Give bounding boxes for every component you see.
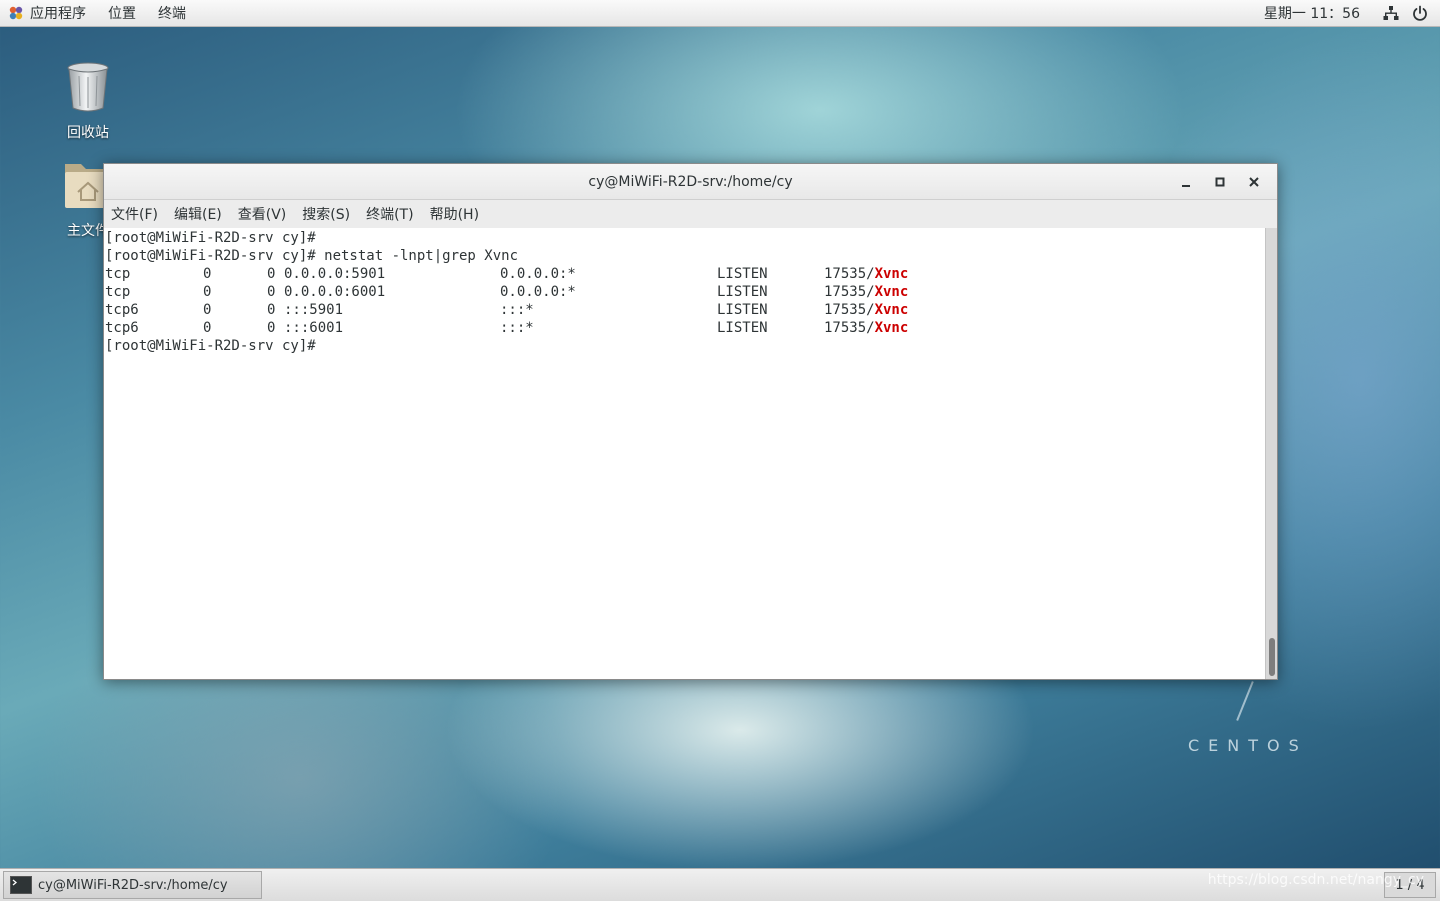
row-proto: tcp bbox=[105, 284, 131, 300]
row-sendq: 0 bbox=[267, 320, 276, 336]
row-program: Xvnc bbox=[874, 320, 909, 336]
terminal-scrollbar[interactable] bbox=[1265, 228, 1277, 679]
row-recvq: 0 bbox=[203, 320, 212, 336]
centos-slash-decoration bbox=[1236, 681, 1254, 721]
row-proto: tcp bbox=[105, 266, 131, 282]
row-program: Xvnc bbox=[874, 284, 909, 300]
row-local-address: 0.0.0.0:6001 bbox=[284, 284, 386, 300]
row-pid-program: 17535/Xvnc bbox=[824, 301, 908, 319]
window-title: cy@MiWiFi-R2D-srv:/home/cy bbox=[588, 173, 793, 190]
row-local-address: 0.0.0.0:5901 bbox=[284, 266, 386, 282]
row-foreign-address: 0.0.0.0:* bbox=[500, 284, 576, 300]
applications-menu[interactable]: 应用程序 bbox=[0, 0, 96, 26]
row-pid-program: 17535/Xvnc bbox=[824, 319, 908, 337]
row-proto: tcp6 bbox=[105, 302, 139, 318]
row-program: Xvnc bbox=[874, 266, 909, 282]
row-local-address: :::6001 bbox=[284, 320, 344, 336]
applications-label: 应用程序 bbox=[30, 6, 86, 22]
places-menu[interactable]: 位置 bbox=[96, 0, 146, 26]
network-icon[interactable] bbox=[1382, 4, 1400, 22]
row-foreign-address: :::* bbox=[500, 302, 534, 318]
terminal-app-label: 终端 bbox=[158, 6, 186, 22]
row-pid: 17535/ bbox=[824, 302, 875, 318]
row-state: LISTEN bbox=[717, 284, 768, 300]
row-sendq: 0 bbox=[267, 284, 276, 300]
row-state: LISTEN bbox=[717, 302, 768, 318]
row-pid-program: 17535/Xvnc bbox=[824, 283, 908, 301]
trash-icon bbox=[48, 60, 128, 118]
terminal-window[interactable]: cy@MiWiFi-R2D-srv:/home/cy 文件(F) 编辑(E) 查… bbox=[103, 163, 1278, 680]
netstat-row: tcp6 0 0 :::6001 :::* LISTEN 17535/Xvnc bbox=[105, 319, 1255, 337]
row-pid: 17535/ bbox=[824, 266, 875, 282]
row-pid: 17535/ bbox=[824, 320, 875, 336]
row-pid-program: 17535/Xvnc bbox=[824, 265, 908, 283]
window-titlebar[interactable]: cy@MiWiFi-R2D-srv:/home/cy bbox=[104, 164, 1277, 200]
netstat-row: tcp 0 0 0.0.0.0:6001 0.0.0.0:* LISTEN 17… bbox=[105, 283, 1255, 301]
close-button[interactable] bbox=[1237, 164, 1271, 199]
terminal-command-line: [root@MiWiFi-R2D-srv cy]# netstat -lnpt|… bbox=[105, 248, 519, 264]
menu-view[interactable]: 查看(V) bbox=[238, 204, 295, 224]
menu-file[interactable]: 文件(F) bbox=[111, 204, 166, 224]
row-sendq: 0 bbox=[267, 302, 276, 318]
row-foreign-address: :::* bbox=[500, 320, 534, 336]
minimize-icon bbox=[1182, 184, 1190, 187]
menu-search[interactable]: 搜索(S) bbox=[302, 204, 358, 224]
trash-label: 回收站 bbox=[67, 125, 109, 141]
row-state: LISTEN bbox=[717, 320, 768, 336]
netstat-row: tcp6 0 0 :::5901 :::* LISTEN 17535/Xvnc bbox=[105, 301, 1255, 319]
row-recvq: 0 bbox=[203, 266, 212, 282]
applications-icon bbox=[8, 5, 24, 21]
places-label: 位置 bbox=[108, 6, 136, 22]
terminal-app-menu[interactable]: 终端 bbox=[146, 0, 196, 26]
menu-help[interactable]: 帮助(H) bbox=[430, 204, 487, 224]
maximize-button[interactable] bbox=[1203, 164, 1237, 199]
centos-logo: CENTOS bbox=[1188, 736, 1308, 755]
close-icon bbox=[1249, 176, 1259, 187]
page-watermark: https://blog.csdn.net/nangy_cy bbox=[1207, 872, 1424, 888]
netstat-row: tcp 0 0 0.0.0.0:5901 0.0.0.0:* LISTEN 17… bbox=[105, 265, 1255, 283]
row-recvq: 0 bbox=[203, 302, 212, 318]
row-proto: tcp6 bbox=[105, 320, 139, 336]
taskbar-terminal-label: cy@MiWiFi-R2D-srv:/home/cy bbox=[38, 877, 228, 893]
terminal-output[interactable]: [root@MiWiFi-R2D-srv cy]# [root@MiWiFi-R… bbox=[104, 228, 1266, 679]
power-icon[interactable] bbox=[1411, 4, 1429, 22]
scrollbar-thumb[interactable] bbox=[1269, 638, 1275, 676]
menu-edit[interactable]: 编辑(E) bbox=[174, 204, 230, 224]
window-menubar: 文件(F) 编辑(E) 查看(V) 搜索(S) 终端(T) 帮助(H) bbox=[104, 200, 1277, 229]
row-local-address: :::5901 bbox=[284, 302, 344, 318]
row-pid: 17535/ bbox=[824, 284, 875, 300]
terminal-prompt-line: [root@MiWiFi-R2D-srv cy]# bbox=[105, 338, 325, 354]
row-state: LISTEN bbox=[717, 266, 768, 282]
trash-desktop-icon[interactable]: 回收站 bbox=[48, 60, 128, 142]
clock[interactable]: 星期一 11：56 bbox=[1264, 3, 1360, 23]
minimize-button[interactable] bbox=[1169, 164, 1203, 199]
top-panel: 应用程序 位置 终端 星期一 11：56 bbox=[0, 0, 1440, 27]
terminal-icon bbox=[10, 876, 32, 894]
row-program: Xvnc bbox=[874, 302, 909, 318]
row-sendq: 0 bbox=[267, 266, 276, 282]
maximize-icon bbox=[1215, 177, 1225, 186]
row-foreign-address: 0.0.0.0:* bbox=[500, 266, 576, 282]
menu-terminal[interactable]: 终端(T) bbox=[366, 204, 421, 224]
terminal-prompt-line: [root@MiWiFi-R2D-srv cy]# bbox=[105, 230, 325, 246]
taskbar-terminal-button[interactable]: cy@MiWiFi-R2D-srv:/home/cy bbox=[3, 871, 262, 899]
row-recvq: 0 bbox=[203, 284, 212, 300]
